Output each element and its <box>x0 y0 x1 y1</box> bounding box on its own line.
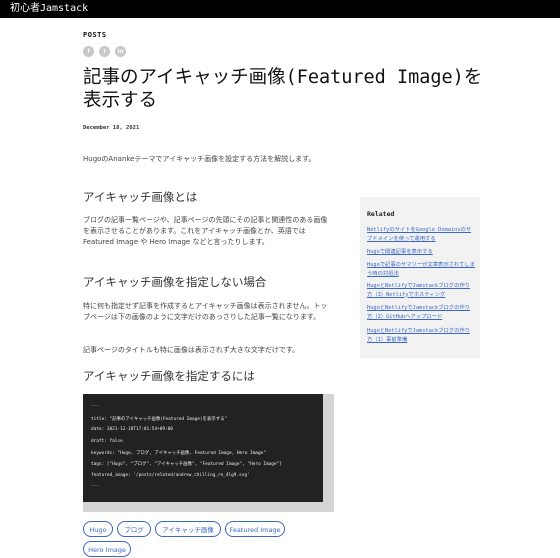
tag-featured-image-jp[interactable]: アイキャッチ画像 <box>155 521 221 537</box>
paragraph-about: ブログの記事一覧ページや、記事ページの先頭にその記事と関連性のある画像を表示させ… <box>83 216 328 246</box>
heading-no-image: アイキャッチ画像を指定しない場合 <box>83 275 267 289</box>
linkedin-share-icon[interactable]: in <box>115 46 126 57</box>
related-link[interactable]: Hugoで関連記事を表示する <box>367 248 475 257</box>
tag-hugo[interactable]: Hugo <box>83 521 113 537</box>
related-sidebar: Related NetlifyのサイトをGoogle Domainsのサブドメイ… <box>360 197 480 358</box>
code-line: keywords: "Hugo, ブログ, アイキャッチ画像, Featured… <box>91 451 266 456</box>
related-link[interactable]: HugoとNetlifyでJamstackブログの作り方（2）GitHubへアッ… <box>367 304 475 321</box>
related-link[interactable]: HugoとNetlifyでJamstackブログの作り方（3）Netlifyでホ… <box>367 282 475 299</box>
code-line: date: 2021-12-18T17:01:54+09:00 <box>91 427 173 432</box>
related-link[interactable]: Hugoで記事のサマリーが文章表示されてしまう時の対処法 <box>367 261 475 278</box>
related-link[interactable]: NetlifyのサイトをGoogle Domainsのサブドメインを使って運用す… <box>367 226 475 243</box>
paragraph-no-image-1: 特に何も指定せず記事を作成するとアイキャッチ画像は表示されません。トップページは… <box>83 302 328 321</box>
section-label: POSTS <box>83 31 107 39</box>
tag-hero-image[interactable]: Hero Image <box>83 541 131 557</box>
tag-blog[interactable]: ブログ <box>117 521 151 537</box>
heading-set-image: アイキャッチ画像を指定するには <box>83 369 255 383</box>
related-link[interactable]: HugoとNetlifyでJamstackブログの作り方（1）事前準備 <box>367 327 475 344</box>
code-screenshot: --- title: "記事のアイキャッチ画像(Featured Image)を… <box>83 394 334 512</box>
site-title-link[interactable]: 初心者Jamstack <box>10 3 88 15</box>
code-line: tags: ["Hugo", "ブログ", "アイキャッチ画像", "Featu… <box>91 462 282 467</box>
code-line: draft: false <box>91 439 123 444</box>
code-line: --- <box>91 404 99 409</box>
article-date: December 18, 2021 <box>83 125 140 131</box>
top-navbar: 初心者Jamstack <box>0 0 560 18</box>
twitter-share-icon[interactable]: t <box>99 46 110 57</box>
code-line: featured_image: '/posts/related/andrew_c… <box>91 473 250 478</box>
heading-about: アイキャッチ画像とは <box>83 190 198 204</box>
tag-featured-image[interactable]: Featured Image <box>225 521 285 537</box>
related-heading: Related <box>367 210 395 218</box>
facebook-share-icon[interactable]: f <box>83 46 94 57</box>
paragraph-no-image-2: 記事ページのタイトルも特に画像は表示されず大きな文字だけです。 <box>83 346 300 354</box>
intro-paragraph: HugoのAnankeテーマでアイキャッチ画像を設定する方法を解説します。 <box>83 155 316 163</box>
article-title: 記事のアイキャッチ画像(Featured Image)を表示する <box>83 67 483 111</box>
code-line: --- <box>91 484 99 489</box>
code-block: --- title: "記事のアイキャッチ画像(Featured Image)を… <box>83 394 323 502</box>
code-line: title: "記事のアイキャッチ画像(Featured Image)を表示する… <box>91 417 228 422</box>
